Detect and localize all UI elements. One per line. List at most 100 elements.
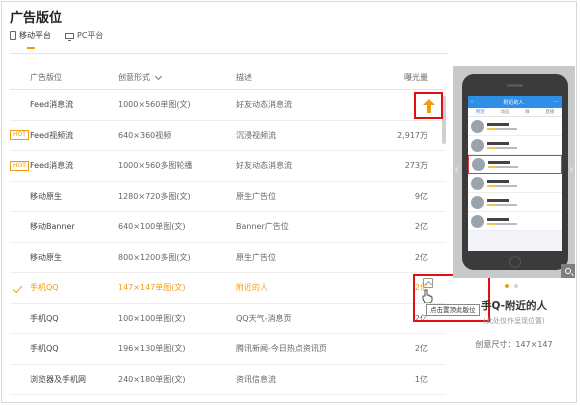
checkmark-icon xyxy=(14,283,24,291)
cell-format: 240×180单图(文) xyxy=(118,374,186,384)
cell-position-label: Feed视频流 xyxy=(30,130,74,140)
carousel-dots xyxy=(505,284,518,288)
pin-to-top-icon[interactable] xyxy=(423,278,433,288)
cell-position: HOT Feed消息流 xyxy=(10,160,112,171)
cell-position: 移动原生 xyxy=(30,191,62,201)
table-row[interactable]: HOT Feed视频流 640×360视频 沉浸视频流 2,917万 xyxy=(10,121,446,151)
cell-exposure: 9亿 xyxy=(414,191,428,201)
app-frame: 广告版位 移动平台 PC平台 广告版位 创意形式 描述 曝光量 Feed消息流 … xyxy=(1,1,577,403)
qq-list-item xyxy=(468,212,562,231)
preview-creative-size: 创意尺寸：147×147 xyxy=(475,340,553,349)
cell-desc: 腾讯新闻-今日热点资讯页 xyxy=(236,344,327,354)
phone-mockup: ‹ 附近的人 ⋯ 附近 动态 群 直播 xyxy=(462,74,568,270)
qq-header-bar: ‹ 附近的人 ⋯ xyxy=(468,96,562,108)
cell-position-label: 手机QQ xyxy=(30,283,59,293)
preview-subtitle: (此处仅作呈现位置) xyxy=(483,317,545,325)
phone-home-button xyxy=(509,256,521,268)
cell-desc: 好友动态消息流 xyxy=(236,161,292,171)
tab-pc[interactable]: PC平台 xyxy=(65,30,103,41)
qq-list-item xyxy=(468,193,562,212)
cell-format: 1280×720多图(文) xyxy=(118,191,191,201)
header-position: 广告版位 xyxy=(30,73,62,82)
table-header: 广告版位 创意形式 描述 曝光量 xyxy=(10,66,446,90)
cell-position: 浏览器及手机网 xyxy=(30,374,86,384)
cell-desc: Banner广告位 xyxy=(236,222,289,232)
table-row-selected[interactable]: 手机QQ 147×147单图(文) 附近的人 2亿 xyxy=(10,273,446,304)
table-row[interactable]: 手机QQ 196×130单图(文) 腾讯新闻-今日热点资讯页 2亿 xyxy=(10,334,446,365)
cell-format: 1000×560多图轮播 xyxy=(118,161,193,171)
qq-ad-item-highlighted xyxy=(468,155,562,174)
preview-prev-arrow-icon[interactable]: ‹ xyxy=(454,162,460,178)
phone-speaker xyxy=(507,84,523,87)
table-row[interactable]: 移动原生 800×1200多图(文) 原生广告位 2亿 xyxy=(10,243,446,273)
cell-position: HOT Feed视频流 xyxy=(10,130,112,141)
cell-exposure: 2,917万 xyxy=(397,130,428,140)
table-row[interactable]: 移动原生 1280×720多图(文) 原生广告位 9亿 xyxy=(10,182,446,212)
cell-desc: 原生广告位 xyxy=(236,252,276,262)
hot-badge: HOT xyxy=(10,130,29,141)
qq-tab: 动态 xyxy=(500,110,510,115)
table-row[interactable]: 浏览器及手机网 240×180单图(文) 资讯信息流 1亿 xyxy=(10,365,446,395)
qq-tab: 群 xyxy=(525,110,530,115)
top-pinned-indicator[interactable] xyxy=(414,92,443,119)
cell-desc: 资讯信息流 xyxy=(236,374,276,384)
cell-position: 移动原生 xyxy=(30,252,62,262)
cell-format: 800×1200多图(文) xyxy=(118,252,191,262)
table-row[interactable]: HOT Feed消息流 1000×560多图轮播 好友动态消息流 273万 xyxy=(10,151,446,182)
carousel-dot[interactable] xyxy=(505,284,509,288)
cell-exposure: 273万 xyxy=(404,161,428,171)
up-arrow-icon xyxy=(422,98,435,113)
avatar xyxy=(471,176,484,190)
avatar xyxy=(472,158,485,171)
preview-next-arrow-icon[interactable]: › xyxy=(568,162,574,178)
avatar xyxy=(471,195,484,209)
ad-position-table: 广告版位 创意形式 描述 曝光量 Feed消息流 1000×560单图(文) 好… xyxy=(10,66,446,395)
cell-position: Feed消息流 xyxy=(30,100,74,110)
avatar xyxy=(471,138,484,152)
header-exposure: 曝光量 xyxy=(404,73,428,82)
qq-header-title: 附近的人 xyxy=(503,99,524,106)
ad-preview-panel: ‹ 附近的人 ⋯ 附近 动态 群 直播 ‹ › xyxy=(453,66,575,278)
cell-format: 640×360视频 xyxy=(118,130,172,140)
qq-back-icon: ‹ xyxy=(471,99,473,105)
chevron-down-icon[interactable] xyxy=(154,72,163,80)
cell-desc: 好友动态消息流 xyxy=(236,100,292,110)
hand-cursor-icon xyxy=(422,289,433,303)
header-desc: 描述 xyxy=(236,73,252,82)
avatar xyxy=(471,119,484,133)
preview-title: 手Q-附近的人 xyxy=(481,300,547,312)
qq-list-item xyxy=(468,174,562,193)
cell-position: 手机QQ xyxy=(10,282,112,293)
phone-screen: ‹ 附近的人 ⋯ 附近 动态 群 直播 xyxy=(468,96,562,251)
tab-pc-label: PC平台 xyxy=(77,31,104,40)
cell-format: 1000×560单图(文) xyxy=(118,100,191,110)
cell-position: 手机QQ xyxy=(30,313,59,323)
zoom-icon[interactable] xyxy=(561,264,575,278)
cell-exposure: 2亿 xyxy=(414,222,428,232)
cell-desc: 附近的人 xyxy=(236,283,268,293)
table-row[interactable]: 移动Banner 640×100单图(文) Banner广告位 2亿 xyxy=(10,212,446,243)
cell-desc: 原生广告位 xyxy=(236,191,276,201)
tab-divider xyxy=(10,53,448,54)
qq-more-icon: ⋯ xyxy=(553,99,559,105)
cell-desc: QQ天气-消息页 xyxy=(236,313,292,323)
platform-tabs: 移动平台 PC平台 xyxy=(10,30,103,49)
table-row[interactable]: Feed消息流 1000×560单图(文) 好友动态消息流 4亿 xyxy=(10,90,446,121)
header-format[interactable]: 创意形式 xyxy=(112,72,232,83)
header-format-label: 创意形式 xyxy=(118,73,150,82)
cell-desc: 沉浸视频流 xyxy=(236,130,276,140)
cell-position: 手机QQ xyxy=(30,344,59,354)
cell-exposure: 1亿 xyxy=(414,374,428,384)
cell-format: 196×130单图(文) xyxy=(118,344,186,354)
cell-format: 640×100单图(文) xyxy=(118,222,186,232)
tab-mobile[interactable]: 移动平台 xyxy=(10,30,51,49)
avatar xyxy=(471,214,484,228)
cell-position: 移动Banner xyxy=(30,222,75,232)
carousel-dot[interactable] xyxy=(514,284,518,288)
tab-mobile-label: 移动平台 xyxy=(19,31,51,40)
mobile-icon xyxy=(10,31,16,40)
table-row[interactable]: 手机QQ 100×100单图(文) QQ天气-消息页 2亿 xyxy=(10,304,446,334)
qq-list-item xyxy=(468,117,562,136)
monitor-icon xyxy=(65,32,74,41)
page-title: 广告版位 xyxy=(10,11,63,26)
